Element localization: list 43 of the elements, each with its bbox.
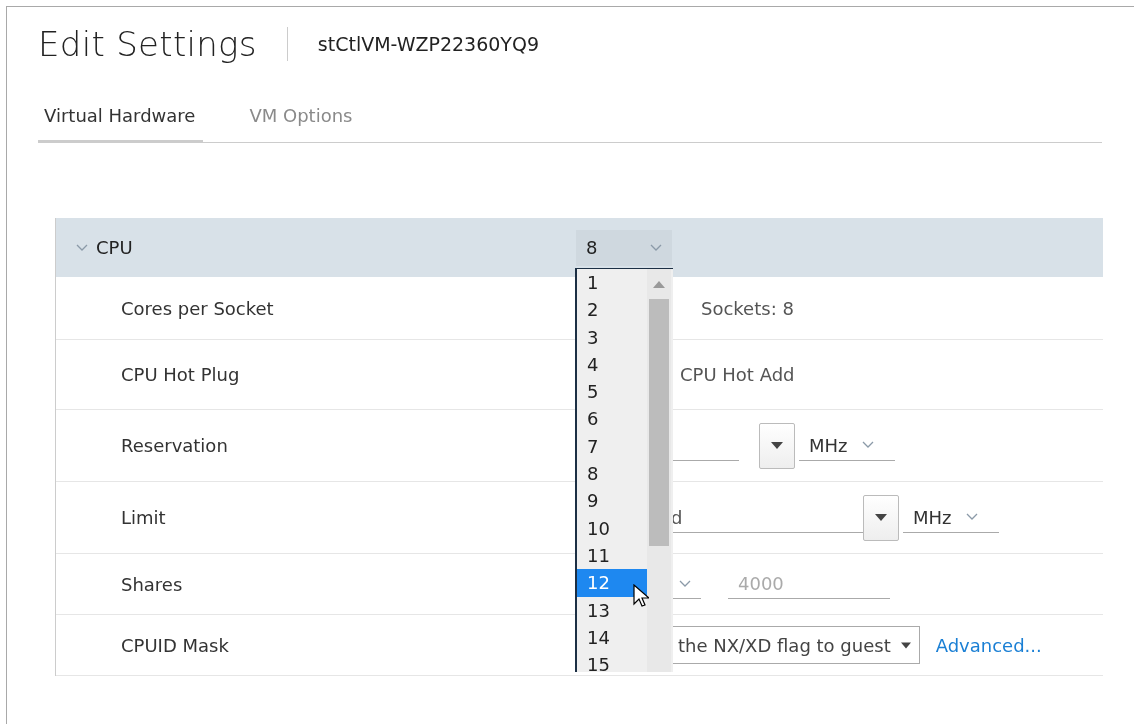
advanced-link[interactable]: Advanced... — [935, 634, 1042, 656]
caret-icon — [900, 641, 911, 649]
dialog-title: Edit Settings — [38, 24, 257, 64]
dropdown-option[interactable]: 11 — [577, 541, 647, 570]
caret-icon — [875, 514, 887, 521]
unit-select[interactable]: MHz — [903, 502, 999, 533]
row-label: Shares — [120, 573, 183, 595]
row-label: Limit — [120, 507, 166, 528]
chevron-icon — [650, 243, 662, 252]
vm-name: stCtlVM-WZP22360YQ9 — [317, 33, 539, 55]
cursor-icon — [633, 584, 649, 608]
dropdown-option[interactable]: 12 — [577, 569, 647, 597]
dropdown-button[interactable] — [759, 422, 795, 469]
chevron-icon — [861, 441, 874, 449]
dropdown-button[interactable] — [863, 494, 899, 541]
dropdown-option[interactable]: 8 — [577, 460, 647, 488]
dropdown-option[interactable]: 4 — [577, 350, 647, 379]
dropdown-option[interactable]: 5 — [577, 378, 647, 406]
dropdown-option[interactable]: 9 — [577, 487, 647, 515]
chevron-icon — [965, 513, 978, 521]
dropdown-option[interactable]: 13 — [577, 596, 647, 624]
scrollbar[interactable] — [647, 269, 671, 672]
sockets-text: Sockets: 8 — [701, 297, 794, 319]
checkbox-label[interactable]: CPU Hot Add — [680, 364, 795, 385]
scroll-up-icon[interactable] — [653, 281, 665, 288]
dropdown-option[interactable]: 7 — [577, 432, 647, 461]
row-label: CPU Hot Plug — [120, 364, 240, 385]
chevron-icon — [76, 243, 88, 252]
dropdown-option[interactable]: 2 — [577, 296, 647, 324]
cpu-select[interactable]: 8 — [576, 229, 672, 266]
section-toggle[interactable]: CPU — [56, 237, 133, 258]
row-label: Reservation — [120, 435, 228, 456]
scroll-thumb[interactable] — [649, 299, 669, 546]
dropdown-option[interactable]: 6 — [577, 405, 647, 433]
tab[interactable]: Virtual Hardware — [38, 99, 204, 143]
unit-select[interactable]: MHz — [799, 430, 895, 461]
dropdown-option[interactable]: 10 — [577, 514, 647, 542]
row-label: CPUID Mask — [120, 634, 229, 656]
dropdown-option[interactable]: 3 — [577, 323, 647, 351]
dropdown-option[interactable]: 1 — [577, 269, 647, 297]
caret-icon — [771, 442, 783, 449]
row-label: Cores per Socket — [120, 297, 274, 319]
chevron-icon — [679, 579, 691, 588]
